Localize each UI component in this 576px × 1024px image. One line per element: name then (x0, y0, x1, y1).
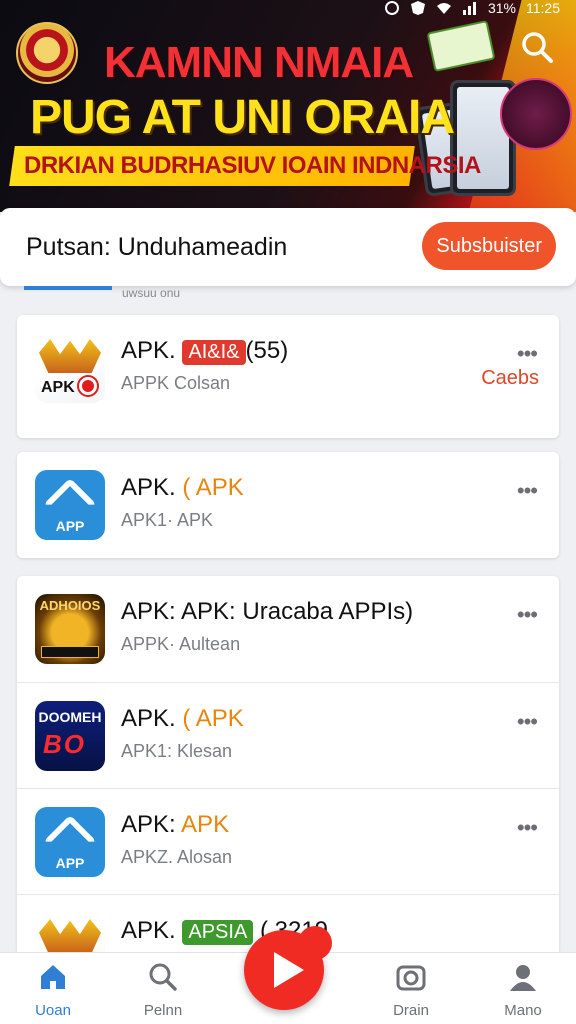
nav-drain[interactable]: Drain (366, 961, 456, 1019)
apk-icon: APP (35, 470, 105, 540)
status-bar: 31% 11:25 (0, 0, 576, 16)
app-subtitle: APPK· Aultean (121, 634, 241, 654)
ticket-graphic (426, 19, 496, 73)
list-item[interactable]: APP APK. ( APK APK1· APK ••• (17, 452, 559, 558)
nav-search[interactable]: Pelnn (118, 961, 208, 1019)
more-options-icon[interactable]: ••• (517, 478, 538, 504)
search-button[interactable] (520, 30, 554, 64)
app-tag: APSIA (182, 920, 254, 945)
app-status-label: Caebs (481, 367, 539, 389)
shield-icon (410, 1, 426, 15)
banner-title-line1: KAMNN NMAIA (104, 38, 414, 87)
app-name: APK. ( APK (121, 705, 244, 732)
nav-menu-label: Mano (504, 1002, 542, 1019)
play-icon (274, 952, 304, 988)
search-icon (149, 963, 177, 991)
banner-subtitle: DRKIAN BUDRHASIUV IOAIN INDNARSIA (24, 152, 481, 179)
alarm-icon (384, 1, 400, 15)
list-item[interactable]: DOOMEH BO APK. ( APK APK1: Klesan ••• (17, 682, 559, 788)
app-subtitle: APK1: Klesan (121, 741, 233, 761)
tab-indicator (24, 286, 112, 290)
more-options-icon[interactable]: ••• (517, 815, 538, 841)
page-title: Putsan: Unduhameadin (26, 232, 288, 261)
app-name: APK: APK (121, 811, 230, 838)
app-subtitle: APPK Colsan (121, 373, 231, 393)
list-item[interactable]: APP APK: APK APKZ. Alosan ••• (17, 788, 559, 894)
app-name: APK. AI&I& (55) (121, 337, 289, 365)
page-header-card: Putsan: Unduhameadin Subsbuister (0, 208, 576, 286)
nav-home[interactable]: Uoan (8, 961, 98, 1019)
domino-icon: DOOMEH BO (35, 701, 105, 771)
banner-title-line2: PUG AT UNI ORAIA (30, 91, 455, 144)
app-tag: AI&I& (182, 340, 246, 365)
wifi-icon (436, 1, 452, 15)
clock-text: 11:25 (526, 0, 560, 16)
home-icon (41, 965, 65, 989)
nav-drain-label: Drain (393, 1002, 429, 1019)
profile-icon (510, 965, 536, 991)
crown-icon: APK (35, 333, 105, 403)
app-name: APK: APK: Uracaba APPIs) (121, 598, 414, 625)
app-subtitle: APKZ. Alosan (121, 847, 233, 867)
more-options-icon[interactable]: ••• (517, 709, 538, 735)
nav-search-label: Pelnn (143, 1002, 183, 1019)
more-options-icon[interactable]: ••• (517, 602, 538, 628)
nav-menu[interactable]: Mano (478, 961, 568, 1019)
peek-text: uwsuu onu (122, 286, 181, 300)
app-card: APK APK. AI&I& (55) APPK Colsan ••• Caebs (17, 315, 559, 438)
promo-badge-graphic (500, 78, 572, 150)
app-name: APK. ( APK (121, 474, 244, 501)
signal-icon (462, 1, 478, 15)
camera-icon (396, 965, 426, 991)
app-list-card: ADHOIOS APK: APK: Uracaba APPIs) APPK· A… (17, 576, 559, 983)
subscribe-button[interactable]: Subsbuister (422, 222, 556, 270)
list-item[interactable]: APK APK. AI&I& (55) APPK Colsan ••• Caebs (17, 315, 559, 421)
hero-banner: KAMNN NMAIA PUG AT UNI ORAIA DRKIAN BUDR… (0, 0, 576, 212)
app-card: APP APK. ( APK APK1· APK ••• (17, 452, 559, 558)
more-options-icon[interactable]: ••• (517, 341, 538, 367)
play-button[interactable] (244, 926, 332, 1010)
emblem-logo (16, 22, 78, 84)
nav-home-label: Uoan (35, 1002, 71, 1019)
battery-text: 31% (487, 0, 516, 16)
search-icon (522, 32, 553, 63)
list-item[interactable]: ADHOIOS APK: APK: Uracaba APPIs) APPK· A… (17, 576, 559, 682)
gold-icon: ADHOIOS (35, 594, 105, 664)
apk-icon: APP (35, 807, 105, 877)
app-subtitle: APK1· APK (121, 510, 214, 530)
